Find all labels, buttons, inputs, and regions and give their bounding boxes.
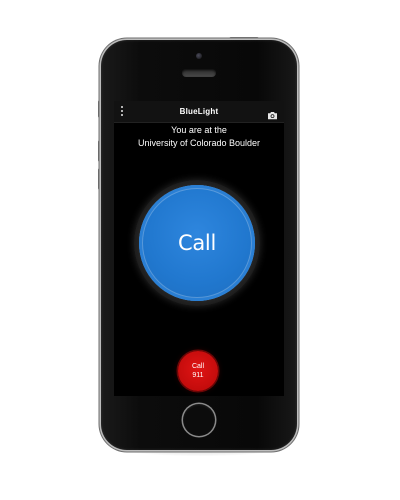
- location-intro-text: You are at the: [171, 125, 227, 135]
- stage: BlueLight You are at the University of C…: [0, 0, 400, 500]
- call-911-button[interactable]: Call 911: [178, 351, 218, 391]
- camera-icon[interactable]: [267, 107, 278, 120]
- earpiece-speaker: [182, 69, 216, 77]
- call-911-label-line2: 911: [192, 372, 204, 379]
- location-name-text: University of Colorado Boulder: [137, 138, 261, 148]
- call-button[interactable]: Call: [139, 185, 255, 301]
- app-title: BlueLight: [179, 107, 219, 116]
- call-911-label-line1: Call: [191, 363, 205, 370]
- app-header: BlueLight: [114, 101, 284, 123]
- phone-screen: BlueLight You are at the University of C…: [114, 101, 284, 396]
- front-camera: [196, 53, 202, 59]
- home-button[interactable]: [183, 404, 215, 436]
- call-button-label: Call: [177, 231, 216, 255]
